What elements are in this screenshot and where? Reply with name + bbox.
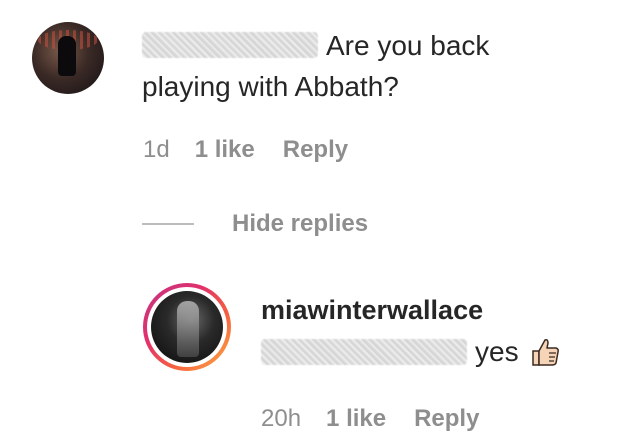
reply-text: yes: [261, 336, 561, 368]
comment-likes-link[interactable]: 1 like: [195, 136, 255, 164]
divider-line: [142, 223, 194, 225]
comment-timestamp: 1d: [143, 136, 170, 163]
reply-reply-button[interactable]: Reply: [414, 405, 479, 433]
reply-text-body: yes: [475, 336, 519, 367]
avatar-figure: [177, 301, 199, 357]
comment-line-1: Are you back: [326, 30, 490, 61]
comment-line-2: playing with Abbath?: [142, 71, 399, 102]
avatar-figure: [58, 36, 76, 76]
comment-reply-button[interactable]: Reply: [283, 136, 348, 164]
hide-replies-toggle[interactable]: Hide replies: [142, 210, 368, 238]
reply-avatar-image: [151, 291, 223, 363]
reply-timestamp: 20h: [261, 405, 302, 432]
reply-username[interactable]: miawinterwallace: [261, 295, 483, 326]
redacted-username: [142, 31, 318, 58]
hide-replies-label[interactable]: Hide replies: [232, 210, 368, 238]
reply-avatar[interactable]: [143, 283, 231, 371]
thumbs-up-icon: [531, 339, 559, 366]
comment-text: Are you back playing with Abbath?: [142, 25, 562, 107]
comment-meta: 1d 1 like Reply: [143, 136, 348, 164]
reply-likes-link[interactable]: 1 like: [326, 405, 386, 433]
redacted-mention: [261, 339, 467, 365]
commenter-avatar[interactable]: [32, 22, 104, 94]
reply-meta: 20h 1 like Reply: [261, 405, 479, 433]
